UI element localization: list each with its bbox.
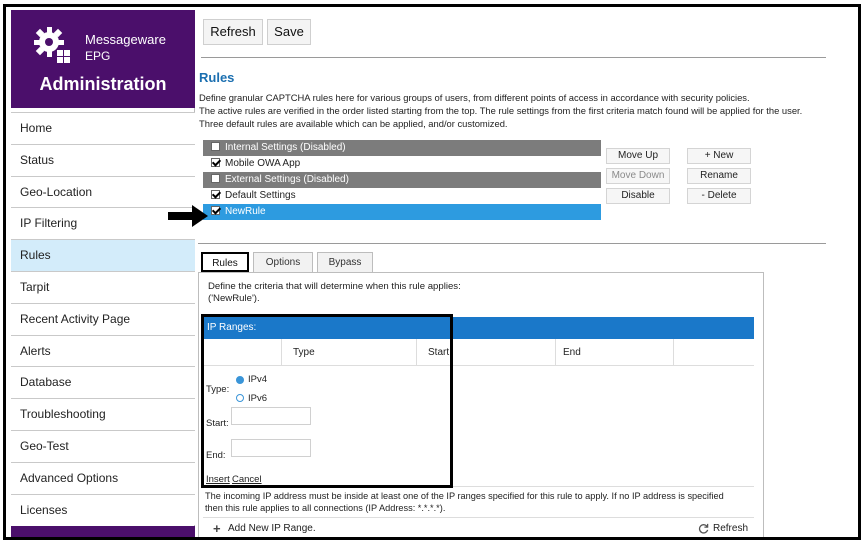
ip-range-note-2: then this rule applies to all connection…: [205, 503, 446, 513]
refresh-icon: [698, 523, 709, 534]
move-down-button[interactable]: Move Down: [606, 168, 670, 184]
rule-label: External Settings (Disabled): [225, 174, 349, 185]
rule-checkbox[interactable]: [211, 158, 220, 167]
rule-item-default-settings[interactable]: Default Settings: [203, 188, 601, 204]
sidebar-item-troubleshooting[interactable]: Troubleshooting: [11, 398, 195, 430]
save-button[interactable]: Save: [267, 19, 311, 45]
plus-icon: +: [213, 521, 221, 536]
admin-title: Administration: [39, 74, 167, 94]
window-frame: Messageware EPG Administration Home Stat…: [3, 4, 861, 540]
rules-description-2: The active rules are verified in the ord…: [199, 105, 803, 116]
rules-description-1: Define granular CAPTCHA rules here for v…: [199, 92, 750, 103]
rule-label: Internal Settings (Disabled): [225, 142, 346, 153]
highlight-box: [201, 314, 453, 488]
new-rule-button[interactable]: + New: [687, 148, 751, 164]
column-end: End: [559, 339, 674, 366]
pointer-arrow-icon: [168, 205, 208, 227]
rule-item-newrule[interactable]: NewRule: [203, 204, 601, 220]
gear-logo-icon: [34, 27, 70, 63]
rules-description-3: Three default rules are available which …: [199, 118, 508, 129]
rule-checkbox[interactable]: [211, 174, 220, 183]
rule-name-reference: ('NewRule').: [208, 293, 260, 304]
ip-ranges-bottom-bar: [203, 539, 754, 540]
sidebar-item-rules[interactable]: Rules: [11, 239, 195, 271]
divider: [198, 243, 826, 244]
brand-header: Messageware EPG Administration: [11, 10, 195, 108]
disable-button[interactable]: Disable: [606, 188, 670, 204]
product-subname: EPG: [85, 49, 111, 63]
sidebar-item-licenses[interactable]: Licenses: [11, 493, 195, 526]
sidebar-nav: Home Status Geo-Location IP Filtering Ru…: [11, 112, 195, 526]
refresh-button[interactable]: Refresh: [203, 19, 263, 45]
tab-rules[interactable]: Rules: [201, 252, 249, 272]
move-up-button[interactable]: Move Up: [606, 148, 670, 164]
rule-item-internal-settings[interactable]: Internal Settings (Disabled): [203, 140, 601, 156]
sidebar-item-recent-activity-page[interactable]: Recent Activity Page: [11, 302, 195, 335]
rule-checkbox[interactable]: [211, 206, 220, 215]
divider: [201, 57, 826, 58]
tab-bypass[interactable]: Bypass: [317, 252, 373, 272]
sidebar-item-database[interactable]: Database: [11, 366, 195, 399]
refresh-ranges-button[interactable]: Refresh: [713, 523, 748, 534]
tab-options[interactable]: Options: [253, 252, 313, 272]
sidebar-item-geo-location[interactable]: Geo-Location: [11, 175, 195, 208]
rule-checkbox[interactable]: [211, 190, 220, 199]
ip-ranges-footer: + Add New IP Range. Refresh: [203, 517, 754, 537]
sidebar-item-status[interactable]: Status: [11, 143, 195, 176]
sidebar-item-geo-test[interactable]: Geo-Test: [11, 429, 195, 462]
rule-label: Default Settings: [225, 190, 296, 201]
sidebar: Messageware EPG Administration Home Stat…: [11, 10, 195, 537]
sidebar-footer: [11, 526, 195, 537]
rule-checkbox[interactable]: [211, 142, 220, 151]
rules-list: Internal Settings (Disabled) Mobile OWA …: [203, 140, 601, 220]
rule-item-mobile-owa-app[interactable]: Mobile OWA App: [203, 156, 601, 172]
sidebar-item-advanced-options[interactable]: Advanced Options: [11, 461, 195, 494]
rule-item-external-settings[interactable]: External Settings (Disabled): [203, 172, 601, 188]
criteria-description: Define the criteria that will determine …: [208, 281, 461, 292]
rule-label: Mobile OWA App: [225, 158, 301, 169]
page-title: Rules: [199, 70, 235, 85]
ip-range-note-1: The incoming IP address must be inside a…: [205, 491, 724, 501]
rule-label: NewRule: [225, 206, 266, 217]
sidebar-item-tarpit[interactable]: Tarpit: [11, 270, 195, 303]
product-name: Messageware: [85, 32, 166, 47]
rename-button[interactable]: Rename: [687, 168, 751, 184]
add-ip-range-button[interactable]: Add New IP Range.: [228, 523, 316, 534]
sidebar-item-alerts[interactable]: Alerts: [11, 334, 195, 367]
sidebar-item-home[interactable]: Home: [11, 112, 195, 144]
delete-button[interactable]: - Delete: [687, 188, 751, 204]
